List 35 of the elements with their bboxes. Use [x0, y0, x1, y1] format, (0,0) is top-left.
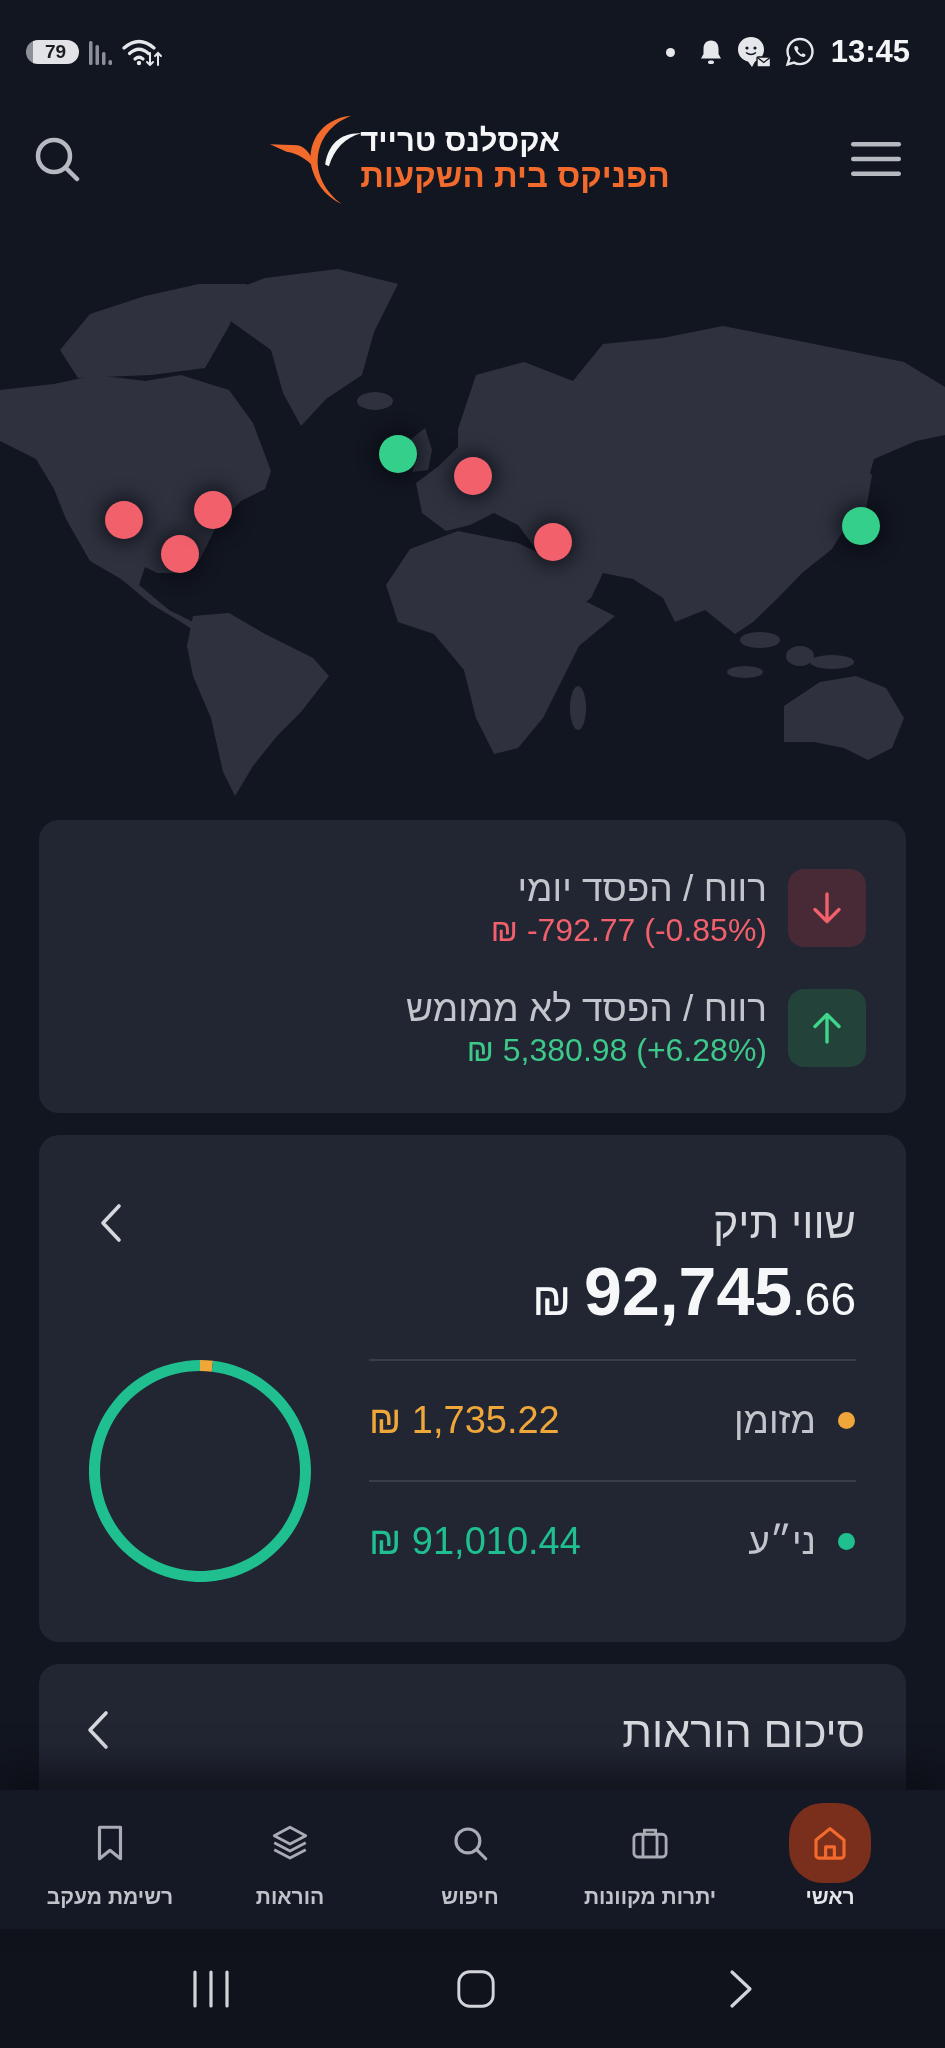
nav-tab[interactable]: חיפוש	[380, 1790, 560, 1929]
portfolio-title: שווי תיק	[712, 1201, 856, 1245]
pnl-title: רווח / הפסד לא ממומש	[406, 987, 767, 1031]
holding-value: ₪ 1,735.22	[369, 1399, 560, 1442]
arrow-up-icon	[788, 989, 866, 1067]
holding-value: ₪ 91,010.44	[369, 1520, 581, 1563]
logo-title: אקסלנס טרייד	[360, 124, 560, 158]
search-icon[interactable]	[34, 136, 80, 182]
wifi-icon	[122, 38, 164, 66]
nav-tab[interactable]: רשימת מעקב	[20, 1790, 200, 1929]
nav-tab[interactable]: יתרות מקוונות	[560, 1790, 740, 1929]
pnl-title: רווח / הפסד יומי	[517, 867, 767, 911]
signal-icon	[89, 39, 112, 65]
home-square-icon[interactable]	[456, 1968, 495, 2009]
recent-apps-icon[interactable]	[191, 1968, 230, 2009]
status-time: 13:45	[830, 34, 910, 70]
notification-dot-icon	[665, 47, 675, 57]
portfolio-total: ₪ 92,745.66	[532, 1253, 856, 1331]
holding-label: מזומן	[733, 1399, 816, 1442]
pnl-value: ₪ 5,380.98 (+6.28%)	[466, 1031, 767, 1069]
chevron-left-icon[interactable]	[100, 1203, 122, 1243]
nav-tab[interactable]: ראשי	[740, 1790, 920, 1929]
nav-tab[interactable]: הוראות	[200, 1790, 380, 1929]
chat-smiley-icon	[736, 36, 771, 68]
menu-icon[interactable]	[850, 141, 902, 177]
logo-subtitle: הפניקס בית השקעות	[360, 158, 670, 194]
home-icon	[789, 1803, 871, 1883]
chat-phone-icon	[784, 37, 815, 67]
pnl-value: ₪ -792.77 (-0.85%)	[490, 911, 767, 949]
bell-icon	[698, 39, 723, 65]
chevron-left-icon[interactable]	[87, 1710, 109, 1750]
orders-summary-title: סיכום הוראות	[622, 1710, 865, 1754]
battery-level: 79	[26, 40, 79, 64]
arrow-down-icon	[788, 869, 866, 947]
holding-label: ני״ע	[748, 1520, 816, 1563]
